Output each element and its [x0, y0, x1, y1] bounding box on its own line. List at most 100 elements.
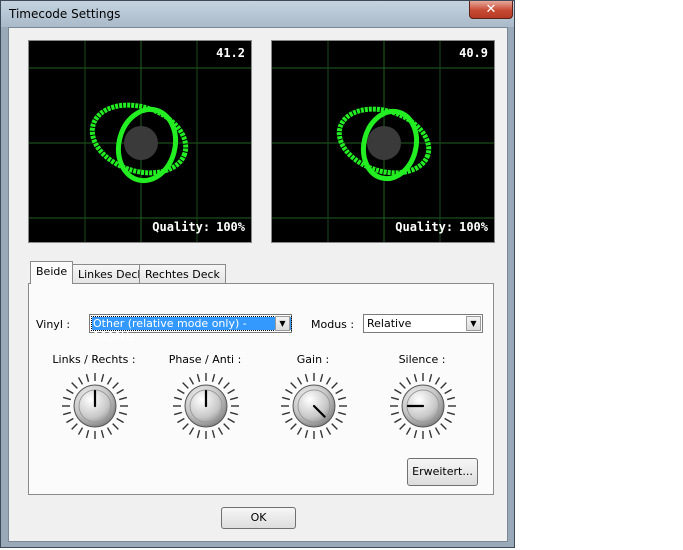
scope-left-quality-label: Quality: [152, 220, 211, 234]
knob-tick [446, 411, 456, 416]
knob-tick [434, 377, 441, 385]
knob-tick [188, 427, 195, 435]
knob-tick [319, 373, 324, 383]
knob-tick [71, 382, 78, 389]
knob-tick [100, 429, 105, 439]
knob-label-phase-anti: Phase / Anti : [168, 353, 242, 366]
knob-tick [211, 373, 216, 383]
knob-tick [405, 427, 412, 435]
knob-tick [304, 373, 309, 383]
knob-tick [325, 377, 332, 385]
knob-phase-anti[interactable] [169, 369, 243, 443]
knob-tick [325, 427, 332, 435]
knob-tick [112, 423, 119, 430]
title-bar[interactable]: Timecode Settings ✕ [1, 1, 514, 27]
modus-selected-value: Relative [367, 317, 412, 330]
knob-tick [440, 423, 447, 430]
knob-tick [106, 427, 113, 435]
knob-tick [337, 411, 347, 416]
tab-beide[interactable]: Beide [30, 261, 74, 284]
knob-tick [335, 417, 343, 424]
scope-right-quality: Quality: 100% [395, 220, 488, 234]
dialog-client-area: 41.2 Quality: 100% 40.9 Quality: 100% Be… [8, 27, 508, 542]
knob-tick [196, 429, 201, 439]
knob-tick [188, 377, 195, 385]
knob-tick [227, 417, 235, 424]
knob-tick [390, 411, 400, 416]
knob-silence[interactable] [386, 369, 460, 443]
knob-tick [77, 377, 84, 385]
vinyl-selected-value: Other (relative mode only) - 1000Hz [91, 316, 292, 343]
knob-tick [296, 377, 303, 385]
knob-tick [182, 423, 189, 430]
knob-tick [335, 388, 343, 395]
scope-right-value: 40.9 [459, 46, 488, 60]
knob-tick [331, 423, 338, 430]
knob-tick [331, 382, 338, 389]
knob-tick [71, 423, 78, 430]
vinyl-label: Vinyl : [36, 318, 71, 331]
knob-tick [227, 388, 235, 395]
scope-right-display [272, 41, 494, 242]
knob-tick [116, 388, 124, 395]
tab-rechtes-deck[interactable]: Rechtes Deck [139, 264, 226, 284]
knob-tick [77, 427, 84, 435]
knob-tick [85, 429, 90, 439]
knob-tick [211, 429, 216, 439]
knob-label-links-rechts: Links / Rechts : [52, 353, 136, 366]
knob-tick [413, 429, 418, 439]
knob-tick [399, 423, 406, 430]
knob-tick [85, 373, 90, 383]
ok-button[interactable]: OK [221, 507, 296, 529]
close-button[interactable]: ✕ [469, 1, 513, 19]
knob-tick [100, 373, 105, 383]
knob-tick [66, 388, 74, 395]
knob-tick [290, 382, 297, 389]
scope-left-quality: Quality: 100% [152, 220, 245, 234]
knob-tick [405, 377, 412, 385]
scope-left: 41.2 Quality: 100% [28, 40, 252, 243]
knob-label-gain: Gain : [296, 353, 330, 366]
advanced-button[interactable]: Erweitert... [407, 458, 478, 486]
knob-tick [116, 417, 124, 424]
knob-tick [285, 417, 293, 424]
chevron-down-icon[interactable]: ▼ [466, 316, 481, 331]
knob-tick [337, 396, 347, 401]
knob-tick [223, 423, 230, 430]
knob-tick [66, 417, 74, 424]
knob-tick [62, 396, 72, 401]
knob-tick [440, 382, 447, 389]
knob-tick [223, 382, 230, 389]
knob-tick [304, 429, 309, 439]
knob-gain[interactable] [277, 369, 351, 443]
knob-tick [62, 411, 72, 416]
vinyl-select[interactable]: Other (relative mode only) - 1000Hz ▼ [89, 314, 292, 343]
knob-tick [112, 382, 119, 389]
knob-tick [229, 396, 239, 401]
knob-tick [413, 373, 418, 383]
knob-tick [182, 382, 189, 389]
knob-tick [444, 388, 452, 395]
knob-links-rechts[interactable] [58, 369, 132, 443]
knob-tick [434, 427, 441, 435]
knob-tick [217, 427, 224, 435]
tab-panel-beide: Vinyl : Other (relative mode only) - 100… [28, 283, 494, 495]
knob-tick [173, 411, 183, 416]
knob-tick [296, 427, 303, 435]
knob-label-silence: Silence : [398, 353, 446, 366]
modus-select[interactable]: Relative ▼ [363, 314, 483, 333]
knob-tick [281, 411, 291, 416]
knob-tick [290, 423, 297, 430]
knob-tick [444, 417, 452, 424]
knob-tick [399, 382, 406, 389]
knob-tick [394, 417, 402, 424]
scope-left-value: 41.2 [216, 46, 245, 60]
window-title: Timecode Settings [9, 7, 121, 21]
scope-right: 40.9 Quality: 100% [271, 40, 495, 243]
knob-tick [281, 396, 291, 401]
scope-right-quality-label: Quality: [395, 220, 454, 234]
knob-tick [428, 373, 433, 383]
scope-left-quality-value: 100% [216, 220, 245, 234]
chevron-down-icon[interactable]: ▼ [275, 316, 290, 331]
knob-tick [196, 373, 201, 383]
